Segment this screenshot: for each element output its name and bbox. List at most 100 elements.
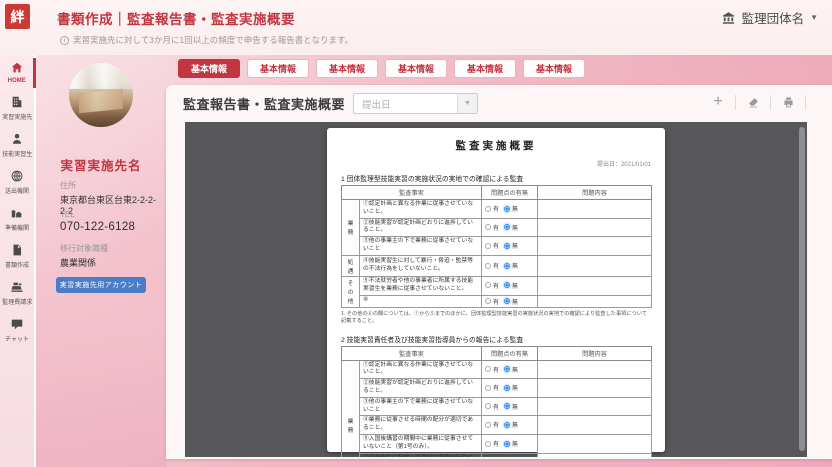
column-header: 問題点の有無 [482,186,538,200]
audit-table-1: 監査事実問題点の有無問題内容業務①認定計画と異なる作業に従事させていないこと。有… [341,185,652,308]
problem-no-radio[interactable]: 無 [504,204,518,213]
divider [805,95,806,110]
job-category-label: 移行対象職種 [60,243,158,254]
problem-radio-cell: 有無 [482,295,538,308]
tab-basic-info-3[interactable]: 基本情報 [316,59,378,78]
problem-detail-cell[interactable] [538,237,652,256]
problem-yes-radio[interactable]: 有 [485,365,499,374]
globe-icon [10,169,24,183]
top-bar: 絆 書類作成｜監査報告書・監査実施概要 i 実習実施先に対して3か月に1回以上の… [0,0,832,55]
tab-basic-info-2[interactable]: 基本情報 [247,59,309,78]
audit-fact: ③他の事業主の下で業務に従事させていないこと [360,397,482,416]
problem-detail-cell[interactable] [538,435,652,454]
problem-yes-radio[interactable]: 有 [485,439,499,448]
problem-no-radio[interactable]: 無 [504,365,518,374]
radio-unselected-icon [485,298,491,304]
viewer-scrollbar[interactable] [799,127,805,451]
problem-yes-radio[interactable]: 有 [485,204,499,213]
problem-no-radio[interactable]: 無 [504,402,518,411]
column-header: 監査事実 [342,186,482,200]
tab-basic-info-5[interactable]: 基本情報 [454,59,516,78]
print-button[interactable] [779,93,797,111]
problem-yes-radio[interactable]: 有 [485,241,499,250]
problem-detail-cell[interactable] [538,276,652,295]
sidebar-item-jisshusei[interactable]: 技能実習生 [0,126,34,163]
trainee-account-button[interactable]: 実習実施先用アカウント [56,277,146,293]
page-note: i 実習実施先に対して3か月に1回以上の頻度で申告する報告書となります。 [60,34,353,46]
document-title: 監査実施概要 [341,138,651,153]
problem-radio-cell: 有無 [482,453,538,457]
audit-row: ⑤入国後講習の期間中に業務に従事させていないこと（第1号のみ）。有無 [342,435,652,454]
page-note-text: 実習実施先に対して3か月に1回以上の頻度で申告する報告書となります。 [73,34,353,46]
problem-no-radio[interactable]: 無 [504,261,518,270]
radio-selected-icon [504,224,510,230]
problem-detail-cell[interactable] [538,416,652,435]
group-label: その他 [342,276,360,307]
tel-value: 070-122-6128 [60,221,158,233]
problem-yes-radio[interactable]: 有 [485,223,499,232]
radio-unselected-icon [485,385,491,391]
problem-no-radio[interactable]: 無 [504,420,518,429]
sidebar-item-jisshi-saki[interactable]: 実習実施先 [0,89,34,126]
problem-yes-radio[interactable]: 有 [485,297,499,306]
column-header: 問題点の有無 [482,346,538,360]
sidebar-item-home[interactable]: HOME [0,55,34,89]
sidebar-item-kanrihi[interactable]: 監理費請求 [0,274,34,311]
tab-basic-info-4[interactable]: 基本情報 [385,59,447,78]
audit-row: その他⑤不法就労者や他の事業者に所属する技能実習生を業務に従事させていないこと。… [342,276,652,295]
problem-yes-radio[interactable]: 有 [485,420,499,429]
audit-fact: ⑥ [360,295,482,308]
problem-detail-cell[interactable] [538,453,652,457]
problem-radio-cell: 有無 [482,237,538,256]
printer-icon [782,96,795,109]
problem-no-radio[interactable]: 無 [504,241,518,250]
tab-basic-info-6[interactable]: 基本情報 [523,59,585,78]
sidebar-item-okuridashi[interactable]: 送出機関 [0,163,34,200]
sidebar-item-chat[interactable]: チャット [0,311,34,348]
cash-register-icon [10,280,24,294]
problem-no-radio[interactable]: 無 [504,439,518,448]
problem-detail-cell[interactable] [538,218,652,237]
column-header: 監査事実 [342,346,482,360]
chat-icon [10,317,24,331]
eraser-button[interactable] [744,93,762,111]
problem-detail-cell[interactable] [538,295,652,308]
sidebar-item-junbi[interactable]: 準備機関 [0,200,34,237]
audit-fact: ③他の事業主の下で業務に従事させていないこと [360,237,482,256]
info-icon: i [60,36,69,45]
problem-radio-cell: 有無 [482,360,538,379]
audit-fact: ⑤入国後講習の期間中に業務に従事させていないこと（第1号のみ）。 [360,435,482,454]
address-label: 住所 [60,180,158,191]
problem-no-radio[interactable]: 無 [504,297,518,306]
factory-icon [10,206,24,220]
problem-detail-cell[interactable] [538,360,652,379]
add-button[interactable]: + [709,93,727,111]
problem-no-radio[interactable]: 無 [504,383,518,392]
radio-unselected-icon [485,403,491,409]
document-submit-date: 提出日：2021/01/01 [341,159,651,168]
radio-selected-icon [504,206,510,212]
problem-detail-cell[interactable] [538,255,652,276]
problem-detail-cell[interactable] [538,200,652,219]
problem-no-radio[interactable]: 無 [504,281,518,290]
problem-yes-radio[interactable]: 有 [485,402,499,411]
eraser-icon [747,96,760,109]
radio-selected-icon [504,422,510,428]
audit-row: 処遇④技能実習生に対して暴行・脅迫・監禁等の不法行為をしていないこと。有無 [342,255,652,276]
icon-sidebar: HOME 実習実施先 技能実習生 送出機関 準備機関 書類作成 監理費請求 チャ… [0,55,36,467]
sidebar-item-shorui[interactable]: 書類作成 [0,237,34,274]
radio-unselected-icon [485,422,491,428]
problem-detail-cell[interactable] [538,397,652,416]
problem-no-radio[interactable]: 無 [504,223,518,232]
audit-row: ②技能実習が認定計画どおりに進捗していること。有無 [342,218,652,237]
problem-detail-cell[interactable] [538,379,652,398]
problem-yes-radio[interactable]: 有 [485,281,499,290]
submit-date-select[interactable]: 提出日 ▼ [353,93,478,114]
problem-yes-radio[interactable]: 有 [485,383,499,392]
problem-radio-cell: 有無 [482,379,538,398]
content-header: 監査報告書・監査実施概要 提出日 ▼ + [166,85,832,122]
problem-yes-radio[interactable]: 有 [485,261,499,270]
account-menu[interactable]: 監理団体名 ▼ [721,8,818,27]
radio-unselected-icon [485,441,491,447]
tab-basic-info-1[interactable]: 基本情報 [178,59,240,78]
